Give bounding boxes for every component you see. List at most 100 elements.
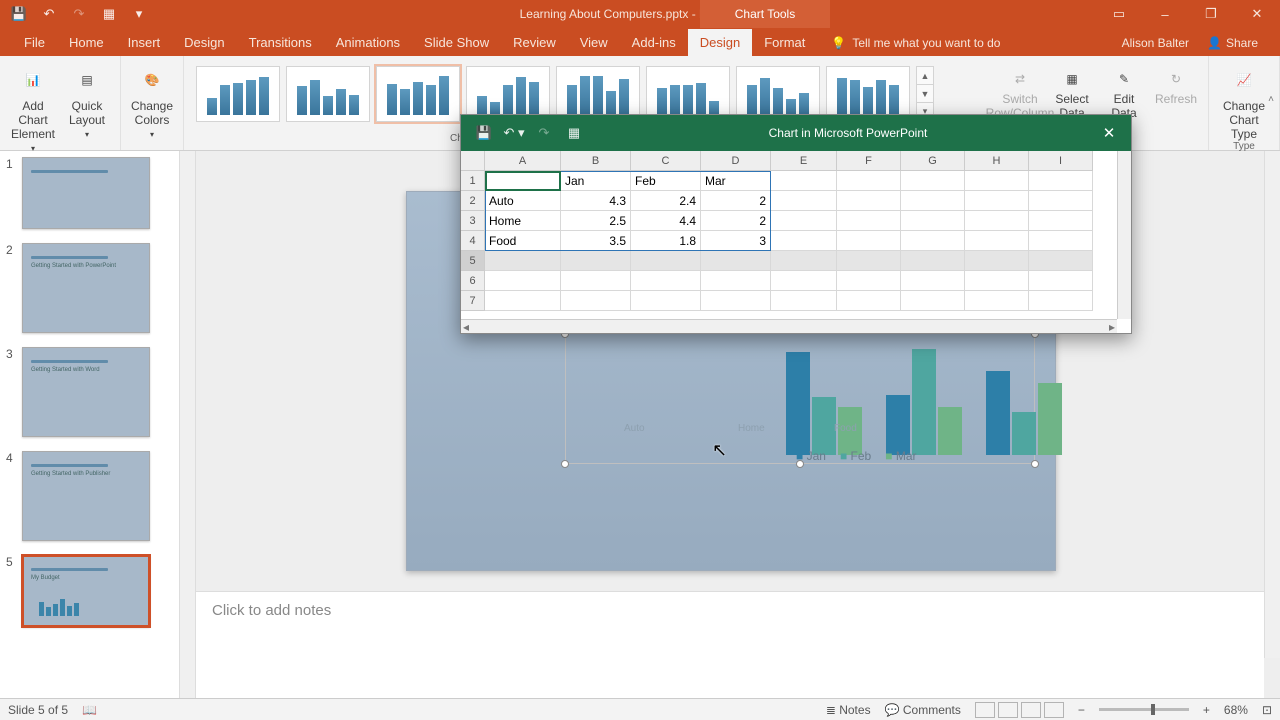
grid-cell[interactable] <box>1029 231 1093 251</box>
grid-cell[interactable]: 3.5 <box>561 231 631 251</box>
grid-cell[interactable]: Feb <box>631 171 701 191</box>
slide-thumbnail[interactable]: Getting Started with Word <box>22 347 150 437</box>
excel-redo-icon[interactable]: ↷ <box>531 122 557 144</box>
grid-cell[interactable] <box>901 251 965 271</box>
col-header[interactable]: A <box>485 151 561 171</box>
grid-cell[interactable]: Jan <box>561 171 631 191</box>
zoom-in-button[interactable]: + <box>1203 703 1210 717</box>
share-button[interactable]: 👤Share <box>1207 36 1258 50</box>
excel-scrollbar-horizontal[interactable]: ◂ ▸ <box>461 319 1117 333</box>
grid-cell[interactable] <box>485 291 561 311</box>
tell-me[interactable]: 💡 Tell me what you want to do <box>831 36 1000 56</box>
grid-cell[interactable] <box>837 251 901 271</box>
col-header[interactable]: I <box>1029 151 1093 171</box>
grid-cell[interactable] <box>1029 191 1093 211</box>
excel-undo-icon[interactable]: ↶ ▾ <box>501 122 527 144</box>
row-header[interactable]: 6 <box>461 271 485 291</box>
excel-close-button[interactable]: ✕ <box>1097 121 1121 145</box>
grid-cell[interactable] <box>837 191 901 211</box>
grid-cell[interactable] <box>1029 291 1093 311</box>
grid-cell[interactable] <box>837 271 901 291</box>
gallery-scroll-icon[interactable]: ▲ <box>917 67 933 85</box>
qat-more-icon[interactable]: ▾ <box>126 3 152 25</box>
grid-cell[interactable] <box>771 291 837 311</box>
grid-cell[interactable]: 1.8 <box>631 231 701 251</box>
grid-cell[interactable] <box>965 291 1029 311</box>
tab-add-ins[interactable]: Add-ins <box>620 29 688 56</box>
grid-cell[interactable] <box>901 171 965 191</box>
grid-cell[interactable] <box>1029 211 1093 231</box>
slideshow-view-button[interactable] <box>1044 702 1064 718</box>
normal-view-button[interactable] <box>975 702 995 718</box>
select-all-corner[interactable] <box>461 151 485 171</box>
slide-thumbnail[interactable]: Getting Started with PowerPoint <box>22 243 150 333</box>
grid-cell[interactable] <box>561 271 631 291</box>
grid-cell[interactable] <box>631 271 701 291</box>
grid-cell[interactable] <box>631 291 701 311</box>
row-header[interactable]: 5 <box>461 251 485 271</box>
ribbon-display-options-icon[interactable]: ▭ <box>1096 0 1142 28</box>
col-header[interactable]: H <box>965 151 1029 171</box>
col-header[interactable]: C <box>631 151 701 171</box>
grid-cell[interactable] <box>1029 171 1093 191</box>
notes-pane[interactable]: Click to add notes <box>196 591 1264 698</box>
zoom-slider[interactable] <box>1099 708 1189 711</box>
grid-cell[interactable] <box>771 271 837 291</box>
sorter-view-button[interactable] <box>998 702 1018 718</box>
col-header[interactable]: D <box>701 151 771 171</box>
col-header[interactable]: G <box>901 151 965 171</box>
close-icon[interactable]: ✕ <box>1234 0 1280 28</box>
redo-icon[interactable]: ↷ <box>66 3 92 25</box>
row-header[interactable]: 4 <box>461 231 485 251</box>
chart-style-thumb[interactable] <box>376 66 460 122</box>
col-header[interactable]: E <box>771 151 837 171</box>
grid-cell[interactable] <box>965 211 1029 231</box>
add-chart-element-button[interactable]: 📊 Add Chart Element▾ <box>6 60 60 153</box>
grid-cell[interactable] <box>837 231 901 251</box>
grid-cell[interactable]: 2 <box>701 211 771 231</box>
grid-cell[interactable] <box>965 171 1029 191</box>
excel-fullsheet-icon[interactable]: ▦ <box>561 122 587 144</box>
grid-cell[interactable] <box>485 171 561 191</box>
grid-cell[interactable]: 2.4 <box>631 191 701 211</box>
grid-cell[interactable] <box>485 271 561 291</box>
excel-scrollbar-vertical[interactable] <box>1117 151 1131 319</box>
grid-cell[interactable] <box>771 191 837 211</box>
grid-cell[interactable] <box>1029 271 1093 291</box>
zoom-level[interactable]: 68% <box>1224 703 1248 717</box>
col-header[interactable]: F <box>837 151 901 171</box>
grid-cell[interactable] <box>701 271 771 291</box>
change-chart-type-button[interactable]: 📈 Change Chart Type <box>1215 60 1273 141</box>
grid-cell[interactable]: 2.5 <box>561 211 631 231</box>
grid-cell[interactable] <box>701 291 771 311</box>
grid-cell[interactable]: 4.4 <box>631 211 701 231</box>
restore-icon[interactable]: ❐ <box>1188 0 1234 28</box>
grid-cell[interactable]: 3 <box>701 231 771 251</box>
quick-layout-button[interactable]: ▤ Quick Layout▾ <box>60 60 114 153</box>
spellcheck-icon[interactable]: 📖 <box>82 703 97 717</box>
change-colors-button[interactable]: 🎨 Change Colors▾ <box>127 60 177 139</box>
tab-home[interactable]: Home <box>57 29 116 56</box>
grid-cell[interactable] <box>901 271 965 291</box>
row-header[interactable]: 1 <box>461 171 485 191</box>
tab-review[interactable]: Review <box>501 29 568 56</box>
grid-cell[interactable] <box>901 211 965 231</box>
fit-to-window-button[interactable]: ⊡ <box>1262 703 1272 717</box>
excel-titlebar[interactable]: 💾 ↶ ▾ ↷ ▦ Chart in Microsoft PowerPoint … <box>461 115 1131 151</box>
grid-cell[interactable] <box>485 251 561 271</box>
slide-thumbnail[interactable]: My Budget <box>22 555 150 627</box>
refresh-data-button[interactable]: ↻Refresh <box>1150 60 1202 139</box>
tab-insert[interactable]: Insert <box>116 29 173 56</box>
row-header[interactable]: 2 <box>461 191 485 211</box>
reading-view-button[interactable] <box>1021 702 1041 718</box>
grid-cell[interactable] <box>837 171 901 191</box>
grid-cell[interactable] <box>771 231 837 251</box>
selection-handle[interactable] <box>561 460 569 468</box>
slide-thumbnail[interactable] <box>22 157 150 229</box>
grid-cell[interactable] <box>901 231 965 251</box>
grid-cell[interactable]: Food <box>485 231 561 251</box>
excel-save-icon[interactable]: 💾 <box>471 122 497 144</box>
grid-cell[interactable]: 4.3 <box>561 191 631 211</box>
row-header[interactable]: 3 <box>461 211 485 231</box>
tab-transitions[interactable]: Transitions <box>237 29 324 56</box>
